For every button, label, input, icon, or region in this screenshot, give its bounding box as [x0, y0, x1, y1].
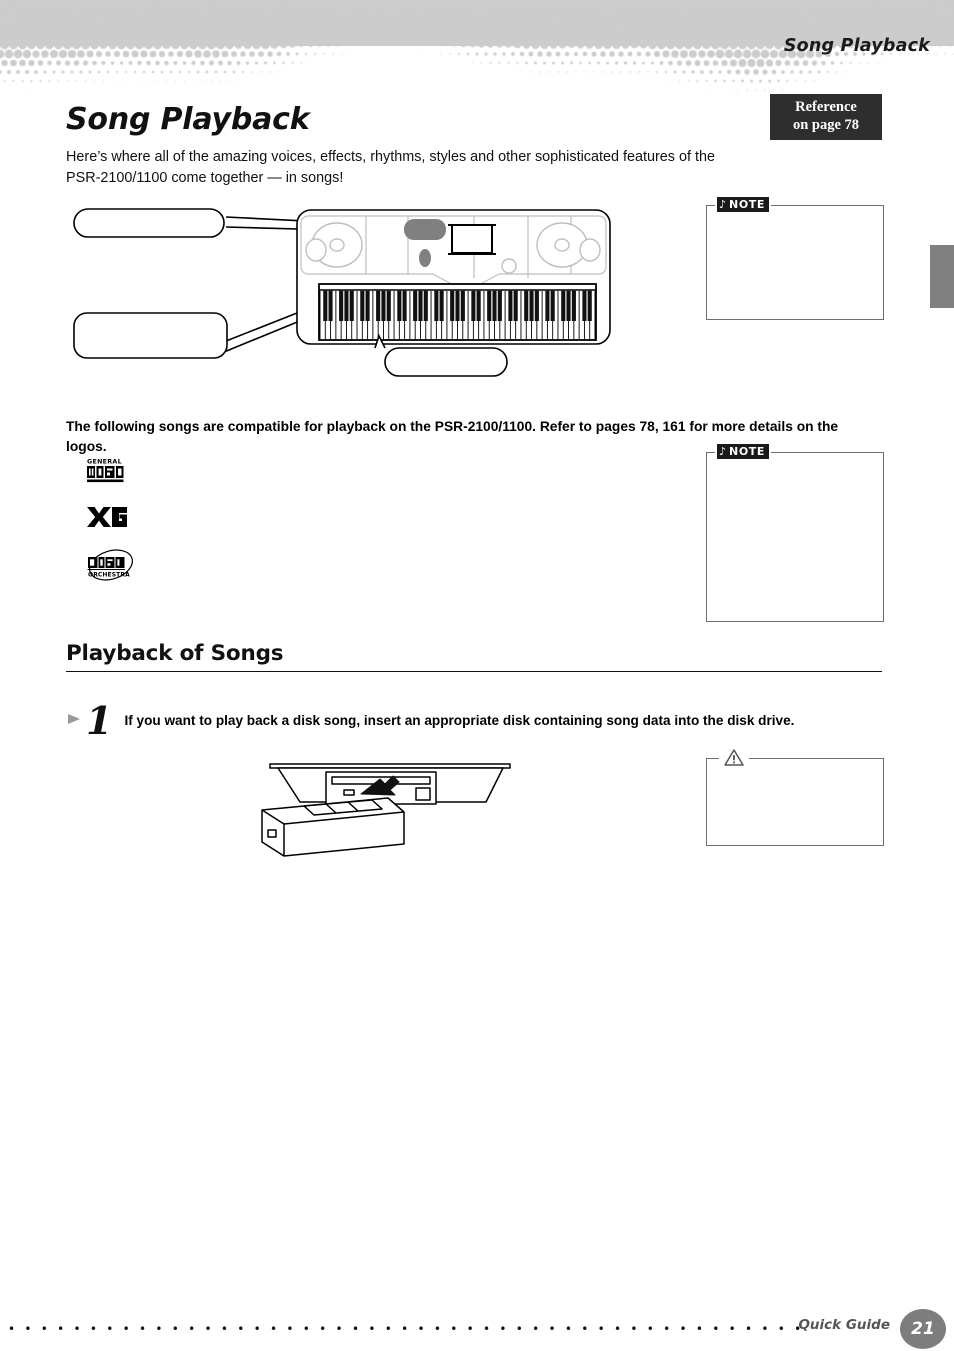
disk-drive-illustration: [261, 763, 511, 857]
lcd-display: [451, 224, 493, 254]
callout-top-left: [73, 208, 225, 238]
footer-dotted-rule: ••••••••••••••••••••••••••••••••••••••••…: [8, 1326, 808, 1332]
warning-triangle-icon: [724, 749, 744, 766]
intro-paragraph: Here’s where all of the amazing voices, …: [66, 149, 715, 187]
speaker-right-small: [579, 238, 601, 262]
section-edge-tab: [930, 245, 954, 308]
callout-bottom-left: [73, 312, 228, 359]
music-note-icon: ♪: [719, 198, 727, 211]
note-label-1: ♪ NOTE: [715, 197, 772, 212]
logo-list: GENERAL ORCHESTRA: [86, 456, 138, 600]
xg-logo-mark: [87, 507, 127, 527]
section-heading-text: Playback of Songs: [66, 641, 284, 666]
disk-orchestra-logo: ORCHESTRA: [86, 548, 138, 587]
reference-badge-line2: on page 78: [792, 117, 860, 133]
svg-text:GENERAL: GENERAL: [87, 459, 122, 466]
general-midi-logo: GENERAL: [86, 456, 138, 491]
note-badge-icon: ♪ NOTE: [717, 197, 770, 212]
step-1: 1 If you want to play back a disk song, i…: [66, 702, 886, 740]
step-arrow-icon: [66, 712, 84, 731]
xg-logo: [86, 504, 138, 535]
highlight-disk-button: [419, 249, 431, 267]
caution-label: [719, 748, 749, 767]
page-title: Song Playback: [66, 102, 310, 138]
footer-guide-label: Quick Guide: [798, 1317, 890, 1333]
note-box-2: ♪ NOTE: [706, 444, 884, 622]
reference-badge-line1: Reference: [795, 99, 857, 116]
note-badge-text-2: NOTE: [729, 445, 766, 458]
disk-drive-figure: [248, 752, 538, 867]
caution-box-1: [706, 748, 884, 846]
step-number: 1: [86, 698, 113, 743]
note-box-1: ♪ NOTE: [706, 197, 884, 320]
footer-page-number: 21: [900, 1309, 946, 1349]
keyboard-illustration: [73, 208, 611, 377]
callout-bottom-center: [384, 347, 508, 377]
keyboard-figure: [66, 200, 686, 395]
disk-orchestra-logo-mark: ORCHESTRA: [87, 549, 133, 581]
data-dial: [501, 258, 517, 274]
section-heading: Playback of Songs: [66, 641, 882, 672]
step-text: If you want to play back a disk song, in…: [124, 713, 795, 729]
black-keys: [323, 290, 592, 322]
running-head: Song Playback: [783, 36, 930, 56]
svg-text:ORCHESTRA: ORCHESTRA: [88, 571, 130, 578]
note-label-2: ♪ NOTE: [715, 444, 772, 459]
general-midi-logo-mark: GENERAL: [87, 459, 124, 483]
speaker-left-small: [305, 238, 327, 262]
reference-badge[interactable]: Reference on page 78: [770, 94, 882, 140]
music-note-icon: ♪: [719, 445, 727, 458]
note-badge-icon-2: ♪ NOTE: [717, 444, 770, 459]
note-badge-text: NOTE: [729, 198, 766, 211]
page-footer: ••••••••••••••••••••••••••••••••••••••••…: [0, 1308, 954, 1351]
highlight-song-buttons: [404, 219, 446, 240]
